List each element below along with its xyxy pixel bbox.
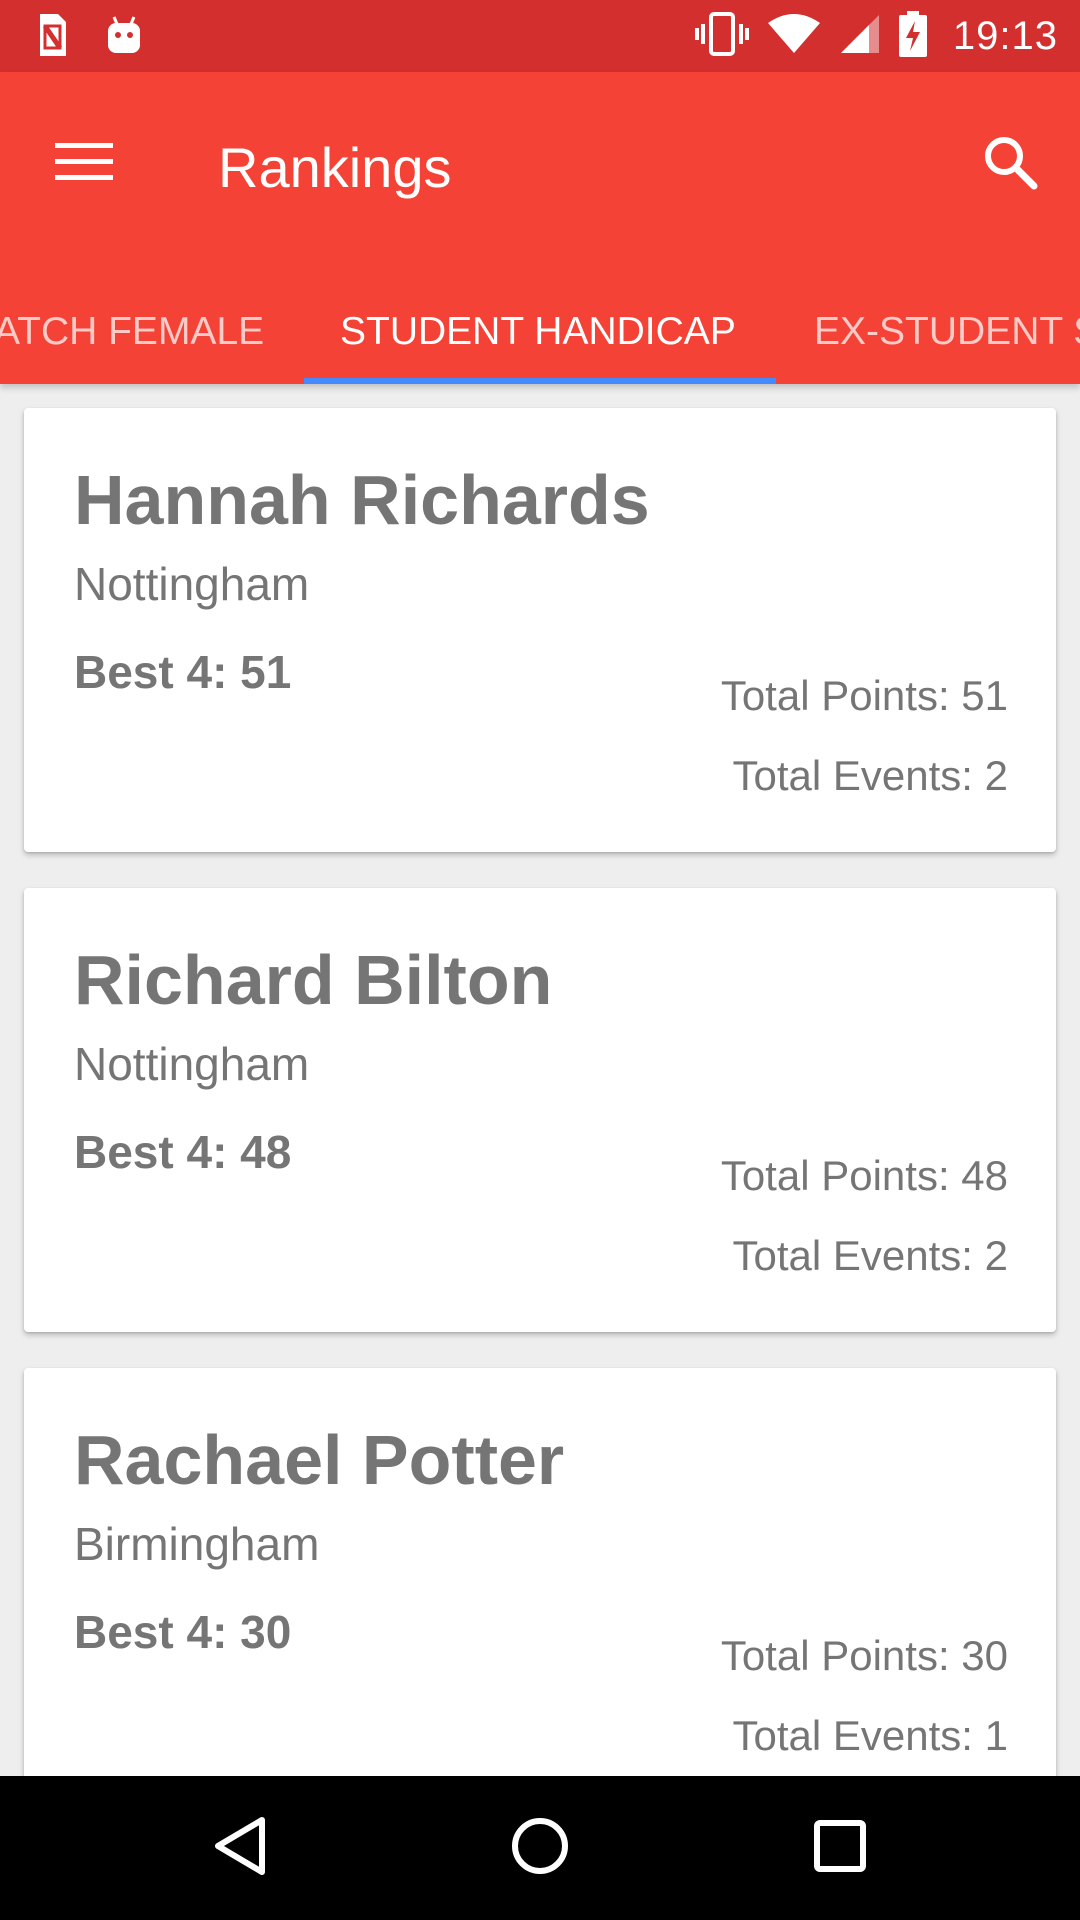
menu-button[interactable]: [40, 120, 128, 208]
menu-icon: [55, 141, 113, 188]
cell-signal-icon: [839, 13, 881, 60]
home-button[interactable]: [480, 1800, 600, 1896]
player-club: Birmingham: [74, 1518, 320, 1570]
back-button[interactable]: [180, 1800, 300, 1896]
search-button[interactable]: [966, 120, 1054, 208]
player-name: Richard Bilton: [74, 941, 553, 1019]
tab-match-female[interactable]: ATCH FEMALE: [0, 280, 264, 384]
total-events: Total Events: 1: [732, 1712, 1008, 1759]
total-events: Total Events: 2: [732, 1232, 1008, 1279]
sim-card-icon: [36, 12, 68, 63]
best-four-score: Best 4: 30: [74, 1606, 292, 1658]
wifi-icon: [767, 13, 821, 60]
app-bar: Rankings ATCH FEMALE STUDENT HANDICAP EX…: [0, 72, 1080, 384]
ranking-card[interactable]: Richard Bilton Nottingham Best 4: 48 Tot…: [24, 888, 1056, 1332]
player-name: Hannah Richards: [74, 461, 650, 539]
tab-ex-student[interactable]: EX-STUDENT S: [814, 280, 1080, 384]
status-left-icons: [36, 12, 142, 63]
total-points: Total Points: 51: [720, 672, 1008, 719]
best-four-score: Best 4: 51: [74, 646, 292, 698]
total-points: Total Points: 48: [720, 1152, 1008, 1199]
android-icon: [106, 15, 142, 60]
status-time: 19:13: [952, 13, 1058, 58]
total-events: Total Events: 2: [732, 752, 1008, 799]
back-icon: [212, 1816, 268, 1881]
search-icon: [982, 134, 1038, 195]
vibrate-icon: [694, 11, 749, 61]
recents-icon: [813, 1819, 867, 1878]
player-name: Rachael Potter: [74, 1421, 565, 1499]
status-bar: 19:13: [0, 0, 1080, 72]
home-icon: [510, 1816, 570, 1881]
tab-student-handicap[interactable]: STUDENT HANDICAP: [340, 280, 736, 384]
rankings-list[interactable]: Hannah Richards Nottingham Best 4: 51 To…: [0, 384, 1080, 1776]
navigation-bar: [0, 1776, 1080, 1920]
recents-button[interactable]: [780, 1800, 900, 1896]
player-club: Nottingham: [74, 1038, 310, 1090]
total-points: Total Points: 30: [720, 1632, 1008, 1679]
player-club: Nottingham: [74, 558, 310, 610]
ranking-card[interactable]: Hannah Richards Nottingham Best 4: 51 To…: [24, 408, 1056, 852]
status-right-icons: 19:13: [694, 0, 1058, 72]
battery-charging-icon: [898, 10, 927, 62]
tab-bar: ATCH FEMALE STUDENT HANDICAP EX-STUDENT …: [0, 280, 1080, 384]
page-title: Rankings: [218, 136, 452, 199]
ranking-card[interactable]: Rachael Potter Birmingham Best 4: 30 Tot…: [24, 1368, 1056, 1776]
best-four-score: Best 4: 48: [74, 1126, 292, 1178]
